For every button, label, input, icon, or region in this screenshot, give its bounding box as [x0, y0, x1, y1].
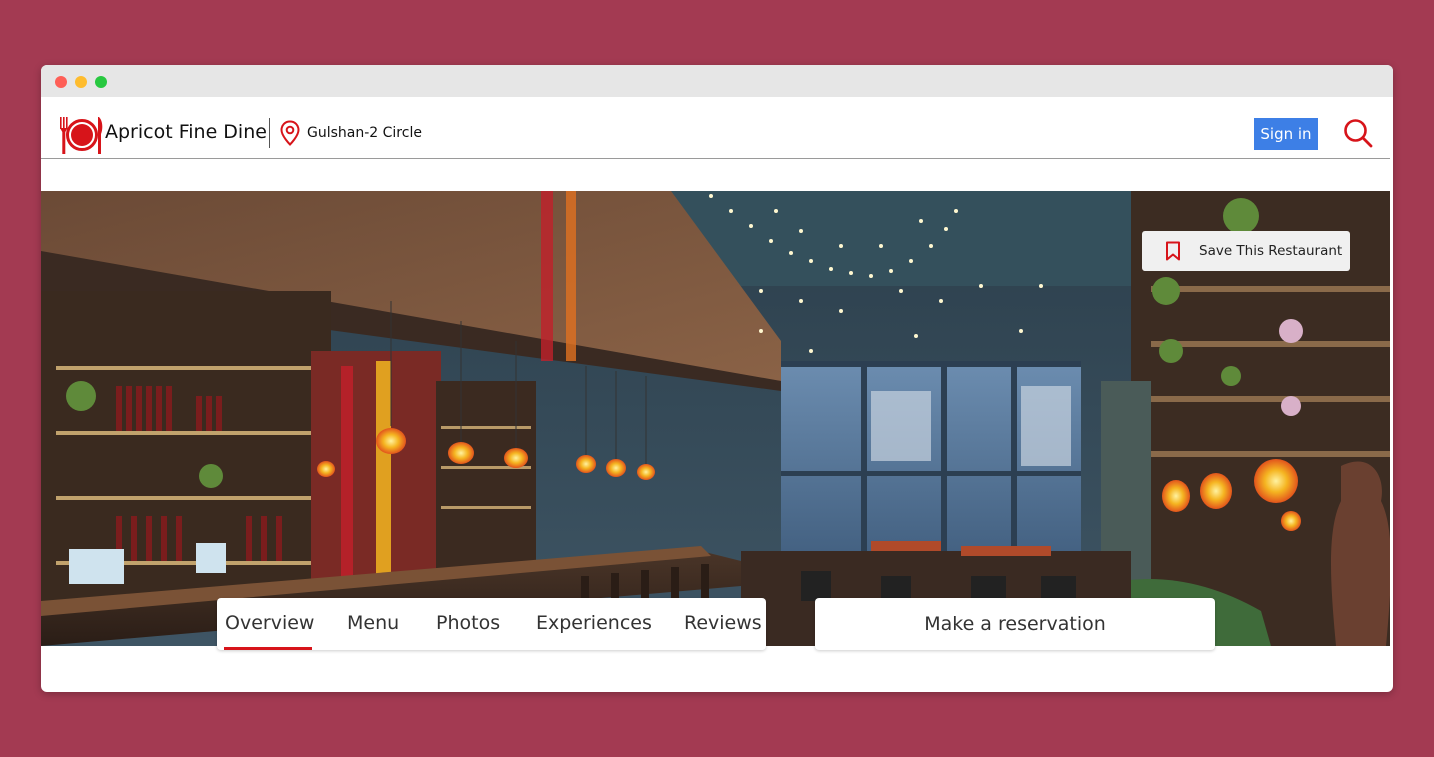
search-icon[interactable]: [1343, 118, 1373, 148]
restaurant-tab-bar: Overview Menu Photos Experiences Reviews: [217, 598, 766, 650]
save-restaurant-label: Save This Restaurant: [1199, 243, 1343, 259]
tab-menu[interactable]: Menu: [347, 612, 399, 634]
close-window-button[interactable]: [55, 76, 67, 88]
save-restaurant-button[interactable]: Save This Restaurant: [1142, 231, 1350, 271]
map-pin-icon: [280, 120, 300, 146]
location-label[interactable]: Gulshan-2 Circle: [307, 125, 422, 141]
bookmark-icon: [1165, 241, 1181, 261]
top-navbar: Apricot Fine Dine Gulshan-2 Circle Sign …: [41, 97, 1390, 159]
make-reservation-button[interactable]: Make a reservation: [815, 598, 1215, 650]
window-titlebar: [41, 65, 1393, 97]
minimize-window-button[interactable]: [75, 76, 87, 88]
restaurant-name[interactable]: Apricot Fine Dine: [105, 121, 267, 143]
active-tab-indicator: [224, 647, 312, 650]
maximize-window-button[interactable]: [95, 76, 107, 88]
plate-fork-knife-icon[interactable]: [58, 115, 104, 155]
header-divider: [269, 118, 270, 148]
tab-reviews[interactable]: Reviews: [684, 612, 762, 634]
tab-photos[interactable]: Photos: [436, 612, 500, 634]
tab-overview[interactable]: Overview: [225, 612, 314, 634]
tab-experiences[interactable]: Experiences: [536, 612, 652, 634]
browser-window: Apricot Fine Dine Gulshan-2 Circle Sign …: [41, 65, 1393, 692]
sign-in-button[interactable]: Sign in: [1254, 118, 1318, 150]
